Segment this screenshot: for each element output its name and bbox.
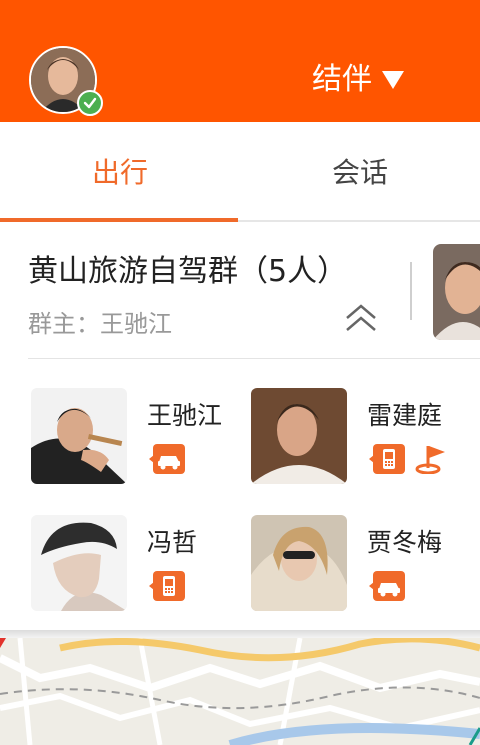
member-badges bbox=[369, 444, 451, 475]
tab-travel-label: 出行 bbox=[91, 156, 148, 189]
group-name: 黄山旅游自驾群（5人） bbox=[28, 254, 348, 289]
member-card[interactable]: 雷建庭 bbox=[251, 388, 471, 488]
divider bbox=[28, 358, 480, 359]
app-header: 结伴 bbox=[0, 0, 480, 122]
member-name: 王驰江 bbox=[147, 401, 223, 430]
member-name: 贾冬梅 bbox=[367, 528, 443, 557]
verified-check-icon bbox=[77, 90, 103, 116]
group-card[interactable]: 黄山旅游自驾群（5人） 群主：王驰江 bbox=[0, 222, 480, 360]
car-icon bbox=[149, 444, 185, 474]
group-owner: 群主：王驰江 bbox=[28, 310, 172, 338]
member-badges bbox=[149, 444, 185, 474]
header-title-dropdown[interactable]: 结伴 bbox=[312, 60, 404, 100]
member-photo bbox=[31, 388, 127, 484]
double-chevron-up-icon[interactable] bbox=[343, 300, 379, 336]
member-photo bbox=[31, 515, 127, 611]
tab-chat[interactable]: 会话 bbox=[240, 122, 480, 220]
header-title: 结伴 bbox=[312, 62, 372, 97]
member-badges bbox=[149, 571, 185, 601]
member-name: 雷建庭 bbox=[367, 401, 443, 430]
map-view[interactable] bbox=[0, 638, 480, 745]
member-photo bbox=[251, 515, 347, 611]
member-card[interactable]: 贾冬梅 bbox=[251, 515, 471, 615]
divider bbox=[410, 262, 412, 320]
flag-icon bbox=[415, 444, 451, 475]
member-badges bbox=[369, 571, 405, 601]
tab-bar: 出行 会话 bbox=[0, 122, 480, 222]
phone-icon bbox=[149, 571, 185, 601]
next-group-photo[interactable] bbox=[433, 244, 480, 340]
user-avatar[interactable] bbox=[29, 46, 103, 116]
triangle-down-icon bbox=[382, 71, 404, 89]
member-card[interactable]: 王驰江 bbox=[31, 388, 251, 488]
member-photo bbox=[251, 388, 347, 484]
phone-icon bbox=[369, 444, 405, 474]
member-card[interactable]: 冯哲 bbox=[31, 515, 251, 615]
car-icon bbox=[369, 571, 405, 601]
tab-travel[interactable]: 出行 bbox=[0, 122, 240, 220]
tab-chat-label: 会话 bbox=[331, 156, 388, 189]
member-name: 冯哲 bbox=[147, 528, 198, 557]
